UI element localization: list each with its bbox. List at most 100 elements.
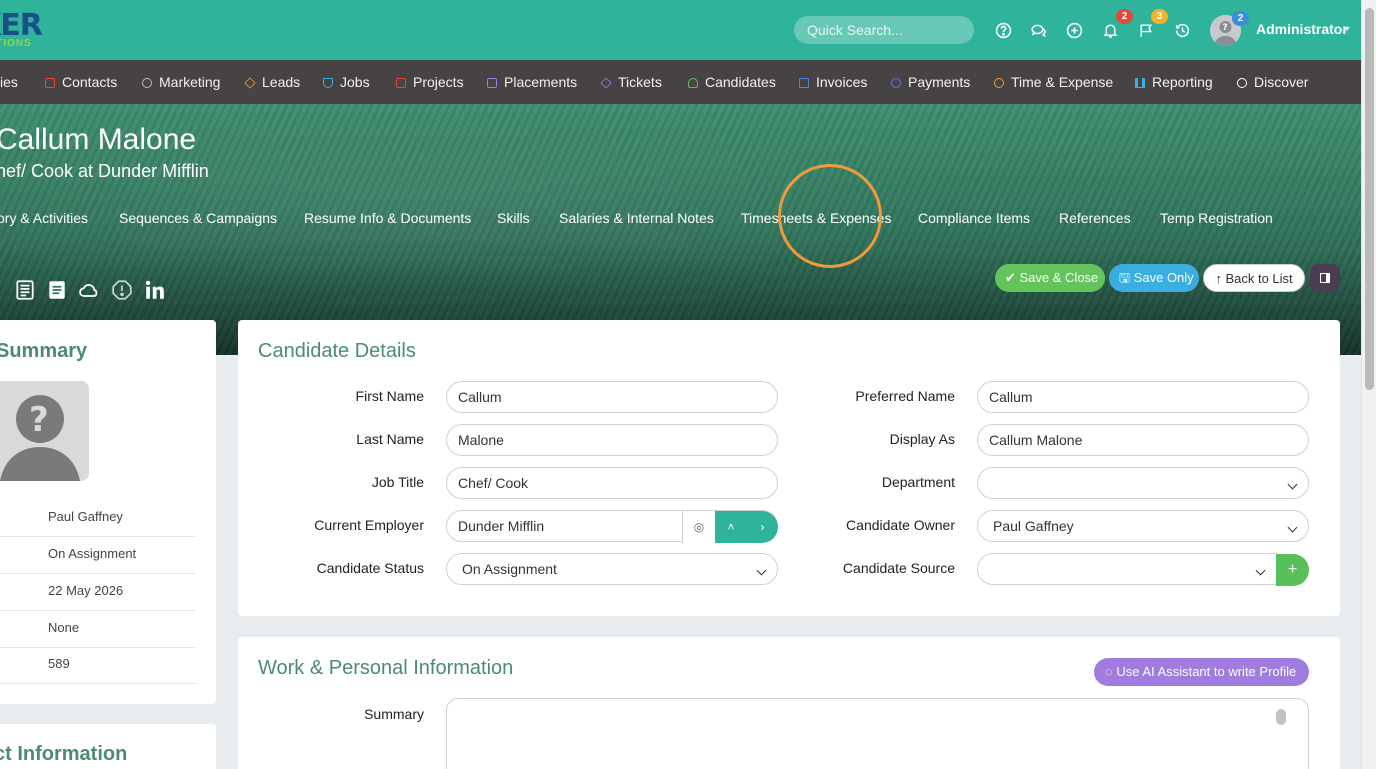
nav-item-marketing[interactable]: Marketing bbox=[142, 60, 220, 104]
chevron-right-icon[interactable]: › bbox=[747, 511, 778, 543]
tab-history-activities[interactable]: ory & Activities bbox=[0, 210, 88, 226]
tab-salaries-notes[interactable]: Salaries & Internal Notes bbox=[559, 210, 714, 226]
nav-item-invoices[interactable]: Invoices bbox=[799, 60, 867, 104]
chevron-down-icon[interactable] bbox=[1344, 27, 1350, 31]
tab-sequences-campaigns[interactable]: Sequences & Campaigns bbox=[119, 210, 277, 226]
nav-item-candidates[interactable]: Candidates bbox=[688, 60, 776, 104]
nav-item-discover[interactable]: Discover bbox=[1237, 60, 1308, 104]
candidate-details-title: Candidate Details bbox=[258, 340, 416, 362]
save-close-button[interactable]: ✔ Save & Close bbox=[995, 264, 1105, 292]
employer-value: Dunder Mifflin bbox=[458, 518, 545, 534]
add-source-button[interactable]: + bbox=[1276, 554, 1309, 586]
user-icon bbox=[688, 78, 698, 88]
tab-skills[interactable]: Skills bbox=[497, 210, 530, 226]
nav-item-time-expense[interactable]: Time & Expense bbox=[994, 60, 1113, 104]
tab-temp-registration[interactable]: Temp Registration bbox=[1160, 210, 1273, 226]
nav-label: Marketing bbox=[159, 74, 221, 90]
nav-item-tickets[interactable]: Tickets bbox=[600, 60, 662, 104]
scrollbar[interactable] bbox=[1361, 0, 1376, 769]
ai-assistant-label: Use AI Assistant to write Profile bbox=[1116, 664, 1297, 679]
logo[interactable]: KER UTIONS bbox=[0, 8, 60, 52]
save-only-button[interactable]: 🖫 Save Only bbox=[1109, 264, 1199, 292]
bag-icon bbox=[487, 78, 497, 88]
display-as-label: Display As bbox=[889, 431, 955, 447]
nav-label: Leads bbox=[262, 74, 301, 90]
summary-title: Summary bbox=[0, 340, 88, 362]
scrollbar-thumb[interactable] bbox=[1365, 8, 1374, 390]
source-label: Candidate Source bbox=[842, 560, 955, 576]
document-icon bbox=[799, 78, 809, 88]
tab-resume-documents[interactable]: Resume Info & Documents bbox=[304, 210, 471, 226]
help-icon[interactable] bbox=[995, 22, 1012, 39]
first-name-field[interactable]: Callum bbox=[446, 381, 778, 413]
job-title-field[interactable]: Chef/ Cook bbox=[446, 467, 778, 499]
chat-icon[interactable] bbox=[1030, 22, 1047, 39]
diamond-icon bbox=[244, 77, 256, 89]
click-highlight-ring bbox=[778, 164, 882, 268]
nav-label: Payments bbox=[908, 74, 971, 90]
eye-icon[interactable]: ◎ bbox=[682, 511, 715, 543]
last-name-field[interactable]: Malone bbox=[446, 424, 778, 456]
nav-label: Tickets bbox=[618, 74, 662, 90]
nav-label: Placements bbox=[504, 74, 578, 90]
flag-badge: 3 bbox=[1151, 9, 1168, 24]
toggle-sidebar-button[interactable] bbox=[1310, 264, 1340, 292]
summary-other: None bbox=[0, 611, 196, 648]
candidate-owner-select[interactable]: Paul Gaffney bbox=[977, 510, 1309, 542]
flag-icon[interactable] bbox=[1138, 22, 1155, 39]
contact-info-title: ct Information bbox=[0, 743, 128, 765]
summary-panel: Summary ? Paul Gaffney On Assignment 22 … bbox=[0, 320, 216, 704]
candidate-status-select[interactable]: On Assignment bbox=[446, 553, 778, 585]
bell-icon[interactable] bbox=[1102, 22, 1119, 39]
candidate-details-card: Candidate Details First Name Callum Last… bbox=[238, 320, 1340, 616]
microphone-icon[interactable] bbox=[1276, 709, 1286, 725]
department-select[interactable] bbox=[977, 467, 1309, 499]
nav-item-reporting[interactable]: Reporting bbox=[1135, 60, 1213, 104]
summary-textarea[interactable] bbox=[446, 698, 1309, 769]
ai-assistant-button[interactable]: ◌ Use AI Assistant to write Profile bbox=[1094, 658, 1309, 686]
broadcast-icon bbox=[142, 78, 152, 88]
summary-status: On Assignment bbox=[0, 537, 196, 574]
summary-value: On Assignment bbox=[48, 546, 137, 561]
nav-label: Jobs bbox=[340, 74, 370, 90]
linkedin-icon[interactable] bbox=[144, 279, 166, 301]
nav-label: ies bbox=[0, 74, 18, 90]
history-icon[interactable] bbox=[1174, 22, 1191, 39]
profile-header: Callum Malone hef/ Cook at Dunder Miffli… bbox=[0, 104, 1361, 355]
preferred-name-field[interactable]: Callum bbox=[977, 381, 1309, 413]
summary-owner: Paul Gaffney bbox=[0, 500, 196, 537]
candidate-avatar[interactable]: ? bbox=[0, 381, 89, 481]
back-to-list-button[interactable]: ↑ Back to List bbox=[1203, 264, 1305, 292]
nav-item-leads[interactable]: Leads bbox=[244, 60, 301, 104]
display-as-field[interactable]: Callum Malone bbox=[977, 424, 1309, 456]
contacts-icon bbox=[45, 78, 55, 88]
tag-icon bbox=[600, 77, 612, 89]
nav-item-contacts[interactable]: Contacts bbox=[45, 60, 117, 104]
quick-search-input[interactable] bbox=[794, 16, 974, 44]
nav-item-jobs[interactable]: Jobs bbox=[323, 60, 370, 104]
avatar-badge: 2 bbox=[1232, 11, 1249, 26]
nav-item-companies[interactable]: ies bbox=[0, 60, 18, 104]
candidate-source-select[interactable] bbox=[977, 553, 1277, 585]
nav-item-payments[interactable]: Payments bbox=[891, 60, 970, 104]
chevron-up-icon[interactable]: ˄ bbox=[715, 511, 747, 543]
warning-icon[interactable] bbox=[111, 279, 133, 301]
summary-value: None bbox=[48, 620, 80, 635]
candidate-subtitle: hef/ Cook at Dunder Mifflin bbox=[0, 161, 209, 181]
nav-label: Time & Expense bbox=[1011, 74, 1114, 90]
user-name[interactable]: Administrator bbox=[1256, 21, 1348, 37]
cloud-icon[interactable] bbox=[78, 279, 100, 301]
summary-label: Summary bbox=[364, 706, 424, 722]
document-icon[interactable] bbox=[46, 279, 68, 301]
work-personal-title: Work & Personal Information bbox=[258, 657, 514, 679]
nav-label: Discover bbox=[1254, 74, 1309, 90]
svg-text:?: ? bbox=[29, 400, 49, 440]
owner-label: Candidate Owner bbox=[846, 517, 955, 533]
nav-item-placements[interactable]: Placements bbox=[487, 60, 577, 104]
add-circle-icon[interactable] bbox=[1066, 22, 1083, 39]
tab-compliance-items[interactable]: Compliance Items bbox=[918, 210, 1030, 226]
notes-icon[interactable] bbox=[14, 279, 36, 301]
nav-item-projects[interactable]: Projects bbox=[396, 60, 464, 104]
contact-info-panel: ct Information bbox=[0, 724, 216, 769]
tab-references[interactable]: References bbox=[1059, 210, 1131, 226]
